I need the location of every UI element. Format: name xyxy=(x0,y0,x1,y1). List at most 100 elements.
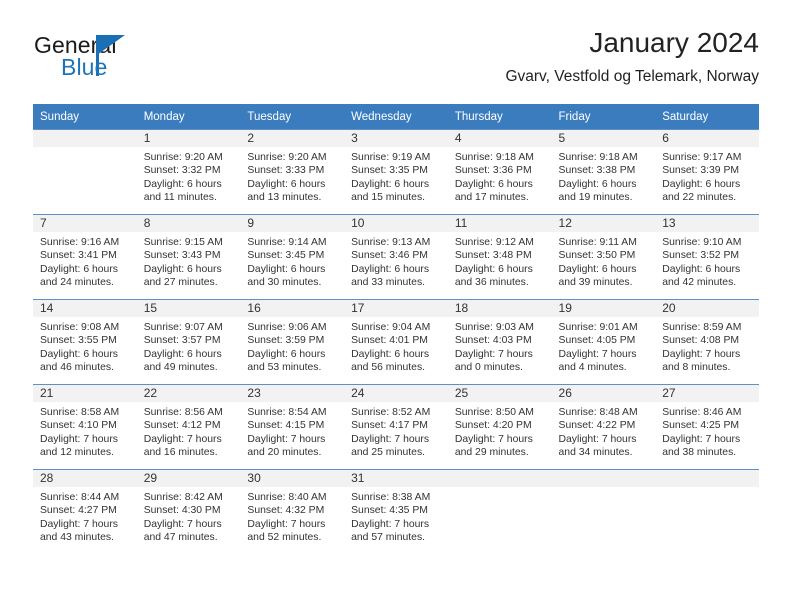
day-details: Sunrise: 9:06 AM Sunset: 3:59 PM Daylight:… xyxy=(240,317,344,375)
day-number: 16 xyxy=(240,300,345,317)
day-details: Sunrise: 8:50 AM Sunset: 4:20 PM Daylight:… xyxy=(448,402,552,460)
sunrise-text: Sunrise: 8:46 AM xyxy=(662,407,742,418)
day-number: 31 xyxy=(344,470,448,487)
day-number xyxy=(551,470,656,487)
calendar-day-cell[interactable]: 20 Sunrise: 8:59 AM Sunset: 4:08 PM Dayligh… xyxy=(655,299,759,385)
daylight-text-line2: and 27 minutes. xyxy=(143,277,218,289)
calendar-day-cell[interactable]: 13 Sunrise: 9:10 AM Sunset: 3:52 PM Dayligh… xyxy=(655,214,759,300)
sunrise-text: Sunrise: 9:12 AM xyxy=(454,237,534,248)
sunrise-text: Sunrise: 8:59 AM xyxy=(662,322,742,333)
calendar-day-cell[interactable]: 2 Sunrise: 9:20 AM Sunset: 3:33 PM Daylight… xyxy=(240,129,345,215)
calendar-day-cell[interactable]: 25 Sunrise: 8:50 AM Sunset: 4:20 PM Dayligh… xyxy=(447,384,552,470)
daylight-text-line2: and 19 minutes. xyxy=(558,192,633,204)
brand-logo[interactable]: General Blue xyxy=(33,32,213,90)
daylight-text-line2: and 49 minutes. xyxy=(143,362,218,374)
daylight-text-line1: Daylight: 6 hours xyxy=(143,178,222,190)
calendar-day-cell[interactable]: 18 Sunrise: 9:03 AM Sunset: 4:03 PM Dayligh… xyxy=(447,299,552,385)
day-details: Sunrise: 8:46 AM Sunset: 4:25 PM Daylight:… xyxy=(655,402,759,460)
calendar-day-cell[interactable]: 7 Sunrise: 9:16 AM Sunset: 3:41 PM Daylight… xyxy=(33,214,137,300)
sunrise-text: Sunrise: 9:07 AM xyxy=(143,322,223,333)
daylight-text-line2: and 52 minutes. xyxy=(247,532,322,544)
day-details: Sunrise: 9:08 AM Sunset: 3:55 PM Daylight:… xyxy=(33,317,137,375)
calendar-day-cell[interactable]: 4 Sunrise: 9:18 AM Sunset: 3:36 PM Daylight… xyxy=(447,129,552,215)
daylight-text-line2: and 42 minutes. xyxy=(662,277,737,289)
sunrise-text: Sunrise: 9:20 AM xyxy=(247,152,327,163)
calendar-day-cell[interactable]: 9 Sunrise: 9:14 AM Sunset: 3:45 PM Daylight… xyxy=(240,214,345,300)
daylight-text-line2: and 34 minutes. xyxy=(558,447,633,459)
daylight-text-line1: Daylight: 7 hours xyxy=(40,518,118,530)
page-header: General Blue January 2024 Gvarv, Vestfol… xyxy=(33,26,759,98)
calendar-day-cell[interactable]: 26 Sunrise: 8:48 AM Sunset: 4:22 PM Dayligh… xyxy=(551,384,656,470)
daylight-text-line1: Daylight: 7 hours xyxy=(143,518,222,530)
daylight-text-line1: Daylight: 7 hours xyxy=(558,348,637,360)
day-number: 5 xyxy=(551,130,656,147)
sunset-text: Sunset: 4:30 PM xyxy=(143,505,221,517)
calendar-day-cell[interactable]: 3 Sunrise: 9:19 AM Sunset: 3:35 PM Daylight… xyxy=(344,129,448,215)
daylight-text-line1: Daylight: 7 hours xyxy=(662,433,741,445)
daylight-text-line1: Daylight: 7 hours xyxy=(40,433,118,445)
sunset-text: Sunset: 4:01 PM xyxy=(351,335,428,347)
sunset-text: Sunset: 4:35 PM xyxy=(351,505,428,517)
daylight-text-line1: Daylight: 6 hours xyxy=(454,178,533,190)
sunset-text: Sunset: 3:41 PM xyxy=(40,250,117,262)
calendar-day-cell[interactable]: 8 Sunrise: 9:15 AM Sunset: 3:43 PM Daylight… xyxy=(136,214,241,300)
daylight-text-line2: and 16 minutes. xyxy=(143,447,218,459)
daylight-text-line1: Daylight: 7 hours xyxy=(247,518,326,530)
calendar-day-cell[interactable]: 1 Sunrise: 9:20 AM Sunset: 3:32 PM Daylight… xyxy=(136,129,241,215)
sunset-text: Sunset: 4:10 PM xyxy=(40,420,117,432)
day-details: Sunrise: 9:11 AM Sunset: 3:50 PM Daylight:… xyxy=(552,232,656,290)
daylight-text-line1: Daylight: 7 hours xyxy=(454,348,533,360)
sunset-text: Sunset: 3:45 PM xyxy=(247,250,325,262)
day-number: 12 xyxy=(551,215,656,232)
calendar-day-cell[interactable]: 21 Sunrise: 8:58 AM Sunset: 4:10 PM Dayligh… xyxy=(33,384,137,470)
calendar-day-cell[interactable]: 17 Sunrise: 9:04 AM Sunset: 4:01 PM Dayligh… xyxy=(344,299,448,385)
day-number xyxy=(447,470,552,487)
daylight-text-line2: and 25 minutes. xyxy=(351,447,426,459)
calendar-day-cell[interactable]: 6 Sunrise: 9:17 AM Sunset: 3:39 PM Daylight… xyxy=(655,129,759,215)
daylight-text-line1: Daylight: 7 hours xyxy=(351,433,430,445)
calendar-day-cell[interactable]: 27 Sunrise: 8:46 AM Sunset: 4:25 PM Dayligh… xyxy=(655,384,759,470)
calendar-day-cell[interactable]: 30 Sunrise: 8:40 AM Sunset: 4:32 PM Dayligh… xyxy=(240,469,345,554)
sunset-text: Sunset: 4:17 PM xyxy=(351,420,428,432)
sunrise-text: Sunrise: 9:18 AM xyxy=(454,152,534,163)
day-number: 15 xyxy=(136,300,241,317)
calendar-day-cell[interactable]: 31 Sunrise: 8:38 AM Sunset: 4:35 PM Dayligh… xyxy=(344,469,448,554)
day-details: Sunrise: 8:48 AM Sunset: 4:22 PM Daylight:… xyxy=(552,402,656,460)
day-details: Sunrise: 8:59 AM Sunset: 4:08 PM Daylight:… xyxy=(655,317,759,375)
day-number: 7 xyxy=(33,215,137,232)
calendar-day-cell[interactable]: 16 Sunrise: 9:06 AM Sunset: 3:59 PM Dayligh… xyxy=(240,299,345,385)
sunset-text: Sunset: 4:12 PM xyxy=(143,420,221,432)
day-number: 10 xyxy=(344,215,448,232)
calendar-day-cell[interactable]: 23 Sunrise: 8:54 AM Sunset: 4:15 PM Dayligh… xyxy=(240,384,345,470)
day-number: 19 xyxy=(551,300,656,317)
day-details: Sunrise: 9:14 AM Sunset: 3:45 PM Daylight:… xyxy=(240,232,344,290)
page-title: January 2024 xyxy=(589,27,759,58)
sunrise-text: Sunrise: 8:58 AM xyxy=(40,407,120,418)
day-number: 27 xyxy=(655,385,759,402)
day-details: Sunrise: 9:01 AM Sunset: 4:05 PM Daylight:… xyxy=(552,317,656,375)
calendar-day-cell[interactable]: 19 Sunrise: 9:01 AM Sunset: 4:05 PM Dayligh… xyxy=(551,299,656,385)
calendar-day-cell[interactable]: 5 Sunrise: 9:18 AM Sunset: 3:38 PM Daylight… xyxy=(551,129,656,215)
daylight-text-line2: and 39 minutes. xyxy=(558,277,633,289)
calendar-day-cell[interactable]: 29 Sunrise: 8:42 AM Sunset: 4:30 PM Dayligh… xyxy=(136,469,241,554)
day-details: Sunrise: 9:10 AM Sunset: 3:52 PM Daylight:… xyxy=(655,232,759,290)
sunrise-text: Sunrise: 9:10 AM xyxy=(662,237,742,248)
sunrise-text: Sunrise: 9:04 AM xyxy=(351,322,431,333)
calendar-day-cell[interactable]: 28 Sunrise: 8:44 AM Sunset: 4:27 PM Dayligh… xyxy=(33,469,137,554)
calendar-day-cell[interactable]: 22 Sunrise: 8:56 AM Sunset: 4:12 PM Dayligh… xyxy=(136,384,241,470)
calendar-day-cell[interactable]: 24 Sunrise: 8:52 AM Sunset: 4:17 PM Dayligh… xyxy=(344,384,448,470)
calendar-day-cell[interactable]: 12 Sunrise: 9:11 AM Sunset: 3:50 PM Dayligh… xyxy=(551,214,656,300)
daylight-text-line1: Daylight: 6 hours xyxy=(247,263,326,275)
calendar-day-cell[interactable]: 14 Sunrise: 9:08 AM Sunset: 3:55 PM Dayligh… xyxy=(33,299,137,385)
sunrise-text: Sunrise: 8:44 AM xyxy=(40,492,120,503)
calendar-week-row: 21 Sunrise: 8:58 AM Sunset: 4:10 PM Dayligh… xyxy=(33,384,759,470)
calendar-week-row: 28 Sunrise: 8:44 AM Sunset: 4:27 PM Dayligh… xyxy=(33,469,759,554)
sunrise-text: Sunrise: 9:19 AM xyxy=(351,152,431,163)
calendar-day-cell[interactable]: 15 Sunrise: 9:07 AM Sunset: 3:57 PM Dayligh… xyxy=(136,299,241,385)
calendar-grid: Sunday Monday Tuesday Wednesday Thursday… xyxy=(33,104,759,554)
day-details: Sunrise: 8:58 AM Sunset: 4:10 PM Daylight:… xyxy=(33,402,137,460)
calendar-day-cell[interactable]: 11 Sunrise: 9:12 AM Sunset: 3:48 PM Dayligh… xyxy=(447,214,552,300)
sunset-text: Sunset: 4:27 PM xyxy=(40,505,117,517)
calendar-day-cell[interactable]: 10 Sunrise: 9:13 AM Sunset: 3:46 PM Dayligh… xyxy=(344,214,448,300)
daylight-text-line2: and 46 minutes. xyxy=(40,362,114,374)
